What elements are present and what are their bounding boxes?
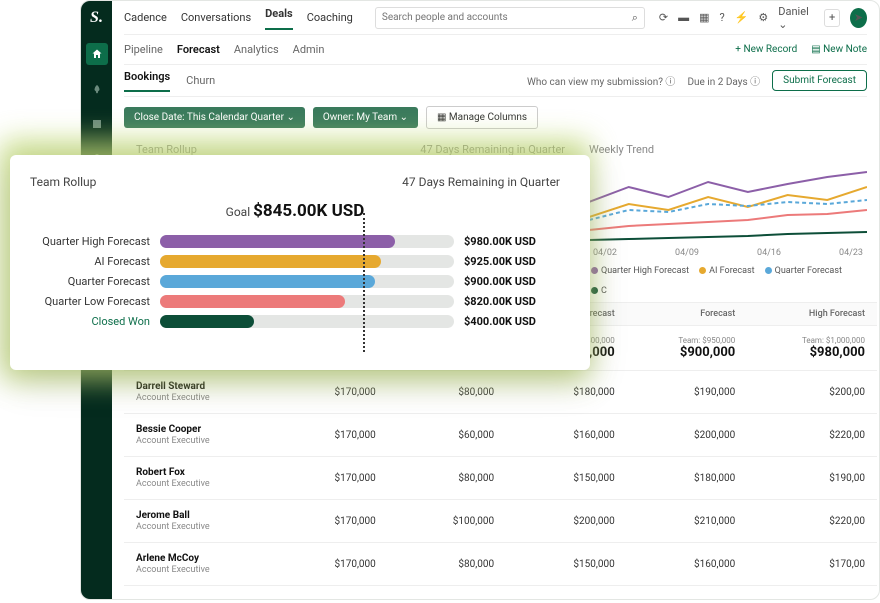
bar-row: AI Forecast$925.00K USD [30,255,560,268]
topbar: Cadence Conversations Deals Coaching ⌕ ⟳… [124,1,867,35]
new-note-link[interactable]: ▤ New Note [811,44,867,55]
add-button[interactable]: + [824,9,840,27]
bar-row: Closed Won$400.00K USD [30,315,560,328]
chart-xaxis: 04/0204/0904/1604/23 [589,246,867,260]
top-icons: ⟳ ▬ ▦ ? ⚡ ⚙ Daniel ⌄ + ➤ [659,5,867,31]
table-row[interactable]: Jerome BallAccount Executive$170,000$100… [124,500,877,543]
building-icon[interactable] [88,115,106,133]
subnav-admin[interactable]: Admin [293,43,325,56]
card-title: Team Rollup [30,175,96,189]
due-label: Due in 2 Days ⓘ [687,73,760,88]
legend-item: AI Forecast [699,266,755,276]
logo: S. [90,9,103,27]
table-row[interactable]: Bessie CooperAccount Executive$170,000$6… [124,414,877,457]
search-box[interactable]: ⌕ [375,7,645,29]
subnav-analytics[interactable]: Analytics [234,43,279,56]
subnav: Pipeline Forecast Analytics Admin + New … [124,35,867,65]
col-header: High Forecast [747,303,877,326]
goal-line [363,213,365,352]
nav-deals[interactable]: Deals [265,7,293,30]
user-menu[interactable]: Daniel ⌄ [778,5,814,31]
send-icon[interactable]: ➤ [850,8,867,28]
card-remaining: 47 Days Remaining in Quarter [402,175,560,189]
search-icon[interactable]: ⌕ [632,11,638,25]
col-header: Forecast [627,303,748,326]
help-icon[interactable]: ? [720,11,725,24]
who-can-view[interactable]: Who can view my submission? ⓘ [527,73,675,88]
tab-churn[interactable]: Churn [186,74,215,87]
nav-cadence[interactable]: Cadence [124,11,167,24]
tab-bookings[interactable]: Bookings [124,70,170,92]
bar-row: Quarter Forecast$900.00K USD [30,275,560,288]
weekly-trend-chart [589,162,867,246]
rocket-icon[interactable] [88,81,106,99]
nav-conversations[interactable]: Conversations [181,11,251,24]
weekly-trend-title: Weekly Trend [589,143,867,156]
table-row[interactable]: Robert FoxAccount Executive$170,000$80,0… [124,457,877,500]
tabs: Bookings Churn Who can view my submissio… [124,65,867,97]
new-record-link[interactable]: + New Record [735,44,797,55]
card-goal: Goal $845.00K USD [30,201,560,221]
bar-row: Quarter High Forecast$980.00K USD [30,235,560,248]
chat-icon[interactable]: ▬ [678,11,689,24]
grid-icon[interactable]: ▦ [699,11,709,24]
manage-columns-button[interactable]: ▦ Manage Columns [426,106,538,129]
table-row[interactable]: Arlene McCoyAccount Executive$170,000$80… [124,543,877,586]
bars-container: Quarter High Forecast$980.00K USD AI Fore… [30,235,560,328]
filter-close-date[interactable]: Close Date: This Calendar Quarter ⌄ [124,107,305,128]
nav-coaching[interactable]: Coaching [307,11,353,24]
legend-item: C [591,286,607,296]
home-icon[interactable] [86,43,108,65]
legend-item: Quarter High Forecast [591,266,689,276]
weekly-trend-panel: Weekly Trend 04/0204/0904/1604/23 Quarte… [577,137,867,302]
activity-icon[interactable]: ⟳ [659,11,668,24]
subnav-forecast[interactable]: Forecast [177,43,220,56]
filter-owner[interactable]: Owner: My Team ⌄ [313,107,418,128]
bolt-icon[interactable]: ⚡ [735,11,749,24]
legend-item: Quarter Forecast [765,266,842,276]
team-rollup-card: Team Rollup 47 Days Remaining in Quarter… [10,155,590,370]
submit-forecast-button[interactable]: Submit Forecast [772,70,867,91]
gear-icon[interactable]: ⚙ [758,11,768,24]
search-input[interactable] [382,12,632,23]
bar-row: Quarter Low Forecast$820.00K USD [30,295,560,308]
filters: Close Date: This Calendar Quarter ⌄ Owne… [124,97,867,137]
chart-legend: Quarter High Forecast AI Forecast Quarter … [589,260,867,302]
subnav-pipeline[interactable]: Pipeline [124,43,163,56]
